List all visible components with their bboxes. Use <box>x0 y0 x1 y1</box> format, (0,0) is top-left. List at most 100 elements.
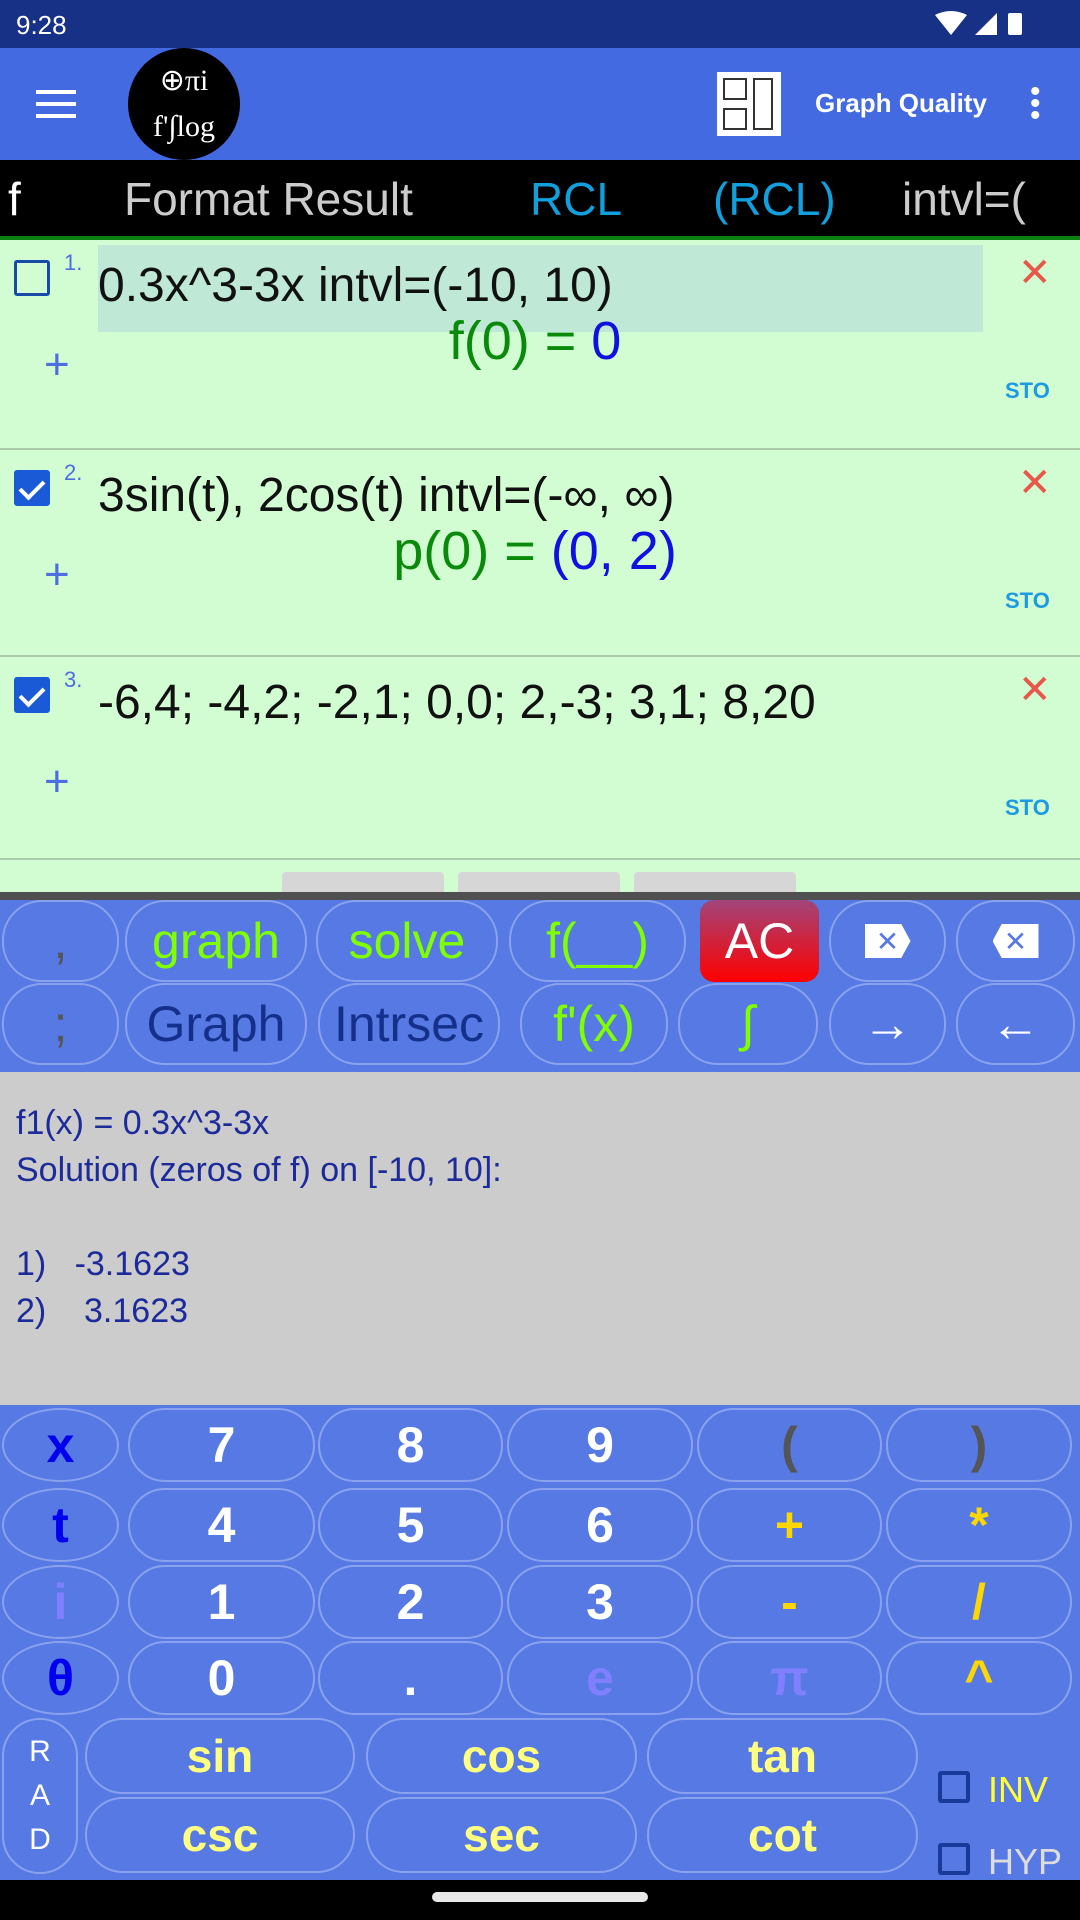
key-var[interactable]: x <box>2 1408 119 1482</box>
format-result-button[interactable]: Format Result <box>124 172 413 226</box>
intvl-button[interactable]: intvl=( <box>902 172 1026 226</box>
key-btn[interactable]: + <box>697 1488 882 1562</box>
tan-key[interactable]: tan <box>647 1718 918 1794</box>
add-icon[interactable]: + <box>44 550 70 600</box>
intersect-label: Intrsec <box>333 996 485 1052</box>
key-label: / <box>972 1574 986 1630</box>
key-btn[interactable]: 5 <box>318 1488 503 1562</box>
key-btn[interactable]: . <box>318 1641 503 1715</box>
key-btn[interactable]: 9 <box>507 1408 693 1482</box>
cos-key[interactable]: cos <box>366 1718 637 1794</box>
app-logo: ⊕πi f'∫log <box>128 48 240 160</box>
delete-icon[interactable]: ✕ <box>1018 460 1052 506</box>
tan-label: tan <box>748 1730 817 1782</box>
hamburger-icon[interactable] <box>36 90 76 118</box>
key-var[interactable]: t <box>2 1488 119 1562</box>
key-btn[interactable]: 2 <box>318 1565 503 1639</box>
key-btn[interactable]: 6 <box>507 1488 693 1562</box>
semicolon-key[interactable]: ; <box>2 983 119 1065</box>
result-label: p(0) = <box>393 521 551 581</box>
integral-key[interactable]: ∫ <box>678 983 818 1065</box>
cot-key[interactable]: cot <box>647 1797 918 1873</box>
sin-label: sin <box>186 1730 254 1782</box>
entry-checkbox[interactable] <box>14 260 50 296</box>
key-label: ( <box>781 1417 798 1473</box>
sto-button[interactable]: STO <box>1005 795 1050 821</box>
add-icon[interactable]: + <box>44 757 70 807</box>
key-label: x <box>46 1417 75 1473</box>
key-btn[interactable]: ^ <box>886 1641 1072 1715</box>
hyp-checkbox[interactable]: HYP <box>938 1835 1078 1885</box>
key-btn[interactable]: 1 <box>128 1565 315 1639</box>
intersect-key[interactable]: Intrsec <box>318 983 500 1065</box>
navigation-bar <box>0 1880 1080 1920</box>
inv-checkbox[interactable]: INV <box>938 1763 1078 1813</box>
inv-box[interactable] <box>938 1771 970 1803</box>
derivative-key[interactable]: f'(x) <box>520 983 668 1065</box>
comma-key[interactable]: , <box>2 900 119 982</box>
entry-checkbox[interactable] <box>14 677 50 713</box>
key-btn[interactable]: / <box>886 1565 1072 1639</box>
delete-icon[interactable]: ✕ <box>1018 667 1052 713</box>
key-label: . <box>403 1650 418 1706</box>
ac-key[interactable]: AC <box>700 900 819 982</box>
fbar-f[interactable]: f <box>8 172 21 226</box>
key-btn[interactable]: 4 <box>128 1488 315 1562</box>
entry-number: 1. <box>64 250 83 275</box>
key-var[interactable]: θ <box>2 1641 119 1715</box>
solve-key[interactable]: solve <box>316 900 498 982</box>
key-btn[interactable]: * <box>886 1488 1072 1562</box>
sec-key[interactable]: sec <box>366 1797 637 1873</box>
key-btn[interactable]: ( <box>697 1408 882 1482</box>
entry-row: 3. -6,4; -4,2; -2,1; 0,0; 2,-3; 3,1; 8,20… <box>0 657 1080 860</box>
expression-input[interactable]: 0.3x^3-3x intvl=(-10, 10) <box>98 258 613 313</box>
key-label: 1 <box>207 1574 236 1630</box>
cursor-right-key[interactable]: → <box>829 983 946 1065</box>
key-btn[interactable]: ) <box>886 1408 1072 1482</box>
key-btn[interactable]: 8 <box>318 1408 503 1482</box>
angle-mode-toggle[interactable]: R A D <box>2 1718 78 1874</box>
key-btn[interactable]: e <box>507 1641 693 1715</box>
sto-button[interactable]: STO <box>1005 378 1050 404</box>
home-handle[interactable] <box>432 1892 648 1902</box>
ac-label: AC <box>724 913 795 969</box>
result-text: f(0) = 0 <box>0 310 1070 372</box>
key-btn[interactable]: π <box>697 1641 882 1715</box>
hyp-box[interactable] <box>938 1843 970 1875</box>
entry-row: 1. 0.3x^3-3x intvl=(-10, 10) f(0) = 0 ✕ + STO <box>0 240 1080 450</box>
backspace-key[interactable]: ✕ <box>829 900 946 982</box>
key-label: π <box>770 1650 809 1706</box>
layout-icon[interactable] <box>717 72 781 136</box>
key-label: 5 <box>396 1497 425 1553</box>
angle-mode-label: R A D <box>29 1735 51 1856</box>
sto-button[interactable]: STO <box>1005 588 1050 614</box>
add-icon[interactable]: + <box>44 340 70 390</box>
expression-input[interactable]: 3sin(t), 2cos(t) intvl=(-∞, ∞) <box>98 468 675 523</box>
rcl-button[interactable]: RCL <box>530 172 622 226</box>
csc-key[interactable]: csc <box>85 1797 355 1873</box>
key-btn[interactable]: 7 <box>128 1408 315 1482</box>
key-var[interactable]: i <box>2 1565 119 1639</box>
graph-label: graph <box>152 913 280 969</box>
expression-input[interactable]: -6,4; -4,2; -2,1; 0,0; 2,-3; 3,1; 8,20 <box>98 675 816 730</box>
delete-forward-key[interactable]: ✕ <box>956 900 1075 982</box>
graph-upper-key[interactable]: Graph <box>125 983 307 1065</box>
rcl-paren-button[interactable]: (RCL) <box>713 172 836 226</box>
sin-key[interactable]: sin <box>85 1718 355 1794</box>
result-text: p(0) = (0, 2) <box>0 520 1070 582</box>
result-value: 0 <box>591 311 622 371</box>
f-blank-key[interactable]: f(__) <box>509 900 686 982</box>
backspace-icon: ✕ <box>864 924 911 958</box>
cursor-right-label: → <box>862 996 913 1052</box>
key-label: ^ <box>964 1650 994 1706</box>
cursor-left-key[interactable]: ← <box>956 983 1075 1065</box>
key-btn[interactable]: 3 <box>507 1565 693 1639</box>
entry-checkbox[interactable] <box>14 470 50 506</box>
more-vert-icon[interactable]: • • • <box>1030 77 1041 131</box>
delete-icon[interactable]: ✕ <box>1018 250 1052 296</box>
key-btn[interactable]: - <box>697 1565 882 1639</box>
function-keypad: , graph solve f(__) AC ✕ ✕; Graph Intrsec f'(x) ∫ →… <box>0 900 1080 1072</box>
key-btn[interactable]: 0 <box>128 1641 315 1715</box>
graph-key[interactable]: graph <box>125 900 307 982</box>
graph-quality-button[interactable]: Graph Quality <box>815 88 987 119</box>
